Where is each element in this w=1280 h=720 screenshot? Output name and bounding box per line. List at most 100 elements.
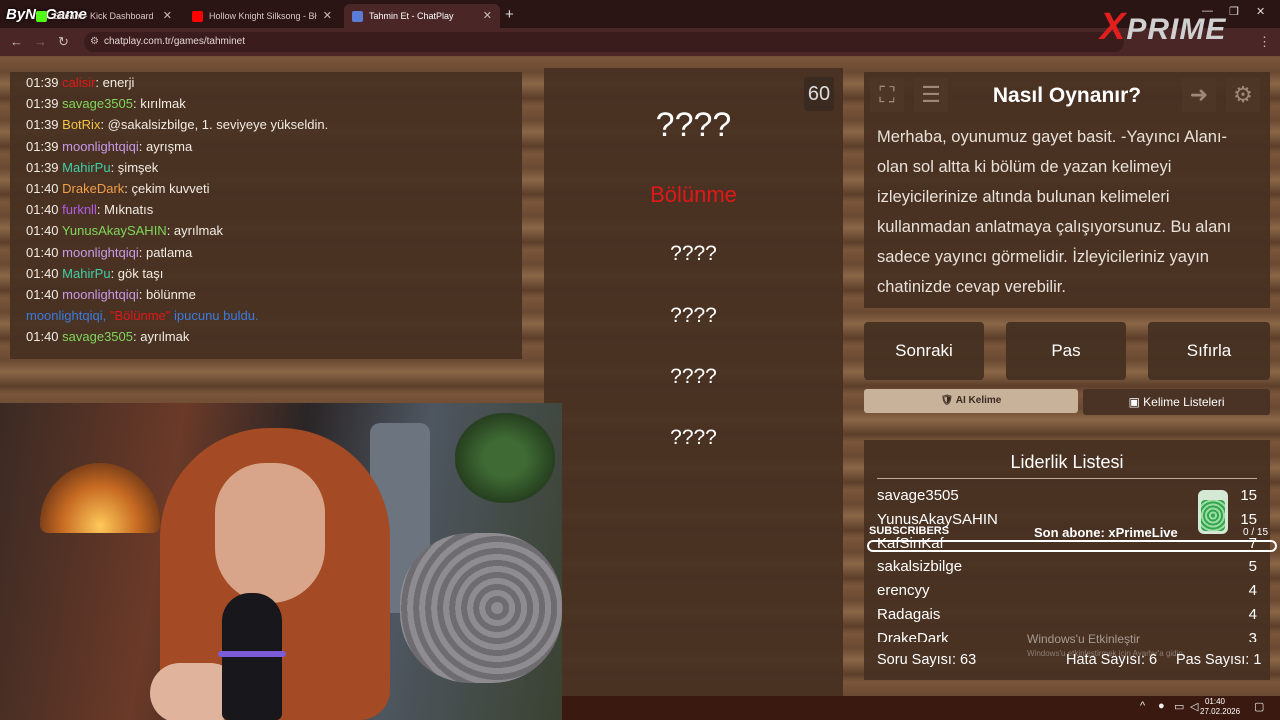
plant-image <box>455 413 555 503</box>
divider <box>877 478 1257 479</box>
chat-time: 01:40 <box>26 286 63 302</box>
chat-text: : patlama <box>138 244 193 260</box>
leaderboard-row: erencyy 4 <box>877 582 1257 599</box>
maximize-icon[interactable]: ❐ <box>1229 5 1239 18</box>
chat-username: moonlightqiqi <box>62 286 139 302</box>
chat-text: : enerji <box>95 75 135 90</box>
tab-kick-dashboard[interactable]: Stream - Kick Dashboard ✕ <box>28 4 180 28</box>
last-subscriber: Son abone: xPrimeLive <box>1034 525 1178 540</box>
chat-username: YunusAkaySAHIN <box>61 223 167 239</box>
chat-username: calisir <box>62 75 96 90</box>
kick-icon <box>36 10 47 22</box>
tab-chatplay[interactable]: Tahmin Et - ChatPlay ✕ <box>344 4 500 28</box>
target-word: ???? <box>655 106 732 144</box>
back-icon[interactable]: ← <box>10 34 23 49</box>
settings-gear-icon[interactable]: ⚙ <box>1226 78 1260 112</box>
chat-username: BotRix <box>62 117 101 133</box>
chat-username: savage3505 <box>62 329 133 345</box>
tab-label: Stream - Kick Dashboard <box>53 11 154 21</box>
chat-message: 01:40 DrakeDark: çekim kuvveti <box>26 178 522 199</box>
chat-time: 01:40 <box>26 202 63 218</box>
close-icon[interactable]: ✕ <box>483 9 492 22</box>
leaderboard-title: Liderlik Listesi <box>1010 452 1124 472</box>
chat-time: 01:39 <box>26 117 63 133</box>
volume-icon[interactable]: ◁ <box>1190 700 1198 713</box>
chat-message: 01:39 BotRix: @sakalsizbilge, 1. seviyey… <box>26 114 522 135</box>
site-info-icon[interactable]: ⚙ <box>90 32 99 52</box>
chat-time: 01:39 <box>26 159 63 175</box>
url-text: chatplay.com.tr/games/tahminet <box>104 36 245 47</box>
lamp-image <box>40 463 160 533</box>
close-window-icon[interactable]: ✕ <box>1256 5 1265 18</box>
chat-time: 01:40 <box>26 329 63 345</box>
chat-username: furknll <box>62 202 97 218</box>
chat-message: 01:40 furknll: Mıknatıs <box>26 199 522 220</box>
chat-message: 01:39 MahirPu: şimşek <box>26 157 522 178</box>
ai-word-button[interactable]: 🛡 AI Kelime <box>864 389 1078 413</box>
subscriber-jar-icon <box>1198 490 1228 534</box>
tab-youtube[interactable]: Hollow Knight Silksong - Bł ✕ <box>184 4 340 28</box>
chat-text: : gök taşı <box>110 265 164 281</box>
hidden-word: ???? <box>670 242 717 265</box>
chatplay-icon <box>352 10 363 22</box>
new-tab-icon[interactable]: + <box>505 6 514 23</box>
mic-icon[interactable]: ● <box>1158 700 1165 712</box>
xprime-logo: XPRIME <box>1100 6 1227 48</box>
url-field[interactable]: ⚙ chatplay.com.tr/games/tahminet <box>84 32 1124 52</box>
network-icon[interactable]: ▭ <box>1174 700 1184 713</box>
chat-text: : bölünme <box>138 286 196 302</box>
menu-icon[interactable]: ⋮ <box>1258 34 1271 50</box>
chat-system-message: moonlightqiqi, "Bölünme" ipucunu buldu. <box>26 308 259 324</box>
chat-text: : ayrılmak <box>166 223 224 239</box>
chat-time: 01:40 <box>26 180 63 196</box>
chat-username: DrakeDark <box>62 180 125 196</box>
chat-message: 01:39 moonlightqiqi: ayrışma <box>26 136 522 157</box>
leaderboard-row: sakalsizbilge 5 <box>877 558 1257 575</box>
chat-username: moonlightqiqi <box>62 244 139 260</box>
hidden-word: ???? <box>670 426 717 449</box>
windows-activation-subtitle: Windows'u etkinleştirmek için Ayarlar'a … <box>1027 649 1186 658</box>
chat-lines: 01:39 calisir: enerji 01:39 savage3505: k… <box>26 72 522 347</box>
chat-username: MahirPu <box>62 265 111 281</box>
close-icon[interactable]: ✕ <box>163 9 172 22</box>
chat-text: : şimşek <box>110 159 159 175</box>
tab-label: Hollow Knight Silksong - Bł <box>209 11 317 21</box>
browser-tab-bar: ByNoGame Stream - Kick Dashboard ✕ Hollo… <box>0 0 1280 28</box>
taskbar-clock[interactable]: 01:40 27.02.2026 <box>1200 697 1240 717</box>
close-icon[interactable]: ✕ <box>323 9 332 22</box>
chat-time: 01:39 <box>26 75 63 90</box>
chat-message: 01:40 moonlightqiqi: patlama <box>26 242 522 263</box>
microphone-light <box>218 651 286 657</box>
chat-message: 01:40 MahirPu: gök taşı <box>26 263 522 284</box>
reset-button[interactable]: Sıfırla <box>1148 322 1270 380</box>
subscribers-label: SUBSCRIBERS <box>869 525 950 537</box>
address-bar-row: ← → ↻ ⚙ chatplay.com.tr/games/tahminet ⋮ <box>0 28 1280 56</box>
pass-button[interactable]: Pas <box>1006 322 1126 380</box>
chat-text: : ayrılmak <box>133 329 190 345</box>
word-panel: ???? Bölünme ???? ???? ???? ???? <box>544 68 843 696</box>
next-button[interactable]: Sonraki <box>864 322 984 380</box>
chat-time: 01:40 <box>26 265 63 281</box>
revealed-word: Bölünme <box>650 182 737 207</box>
notification-icon[interactable]: ▢ <box>1254 700 1264 713</box>
chat-message: 01:40 savage3505: ayrılmak <box>26 326 522 347</box>
chevron-up-icon[interactable]: ^ <box>1140 700 1145 712</box>
chat-text: : ayrışma <box>138 138 193 154</box>
hidden-word: ???? <box>670 304 717 327</box>
chat-text: : kırılmak <box>133 96 186 112</box>
chat-username: MahirPu <box>62 159 111 175</box>
word-lists-button[interactable]: ▣ Kelime Listeleri <box>1083 389 1270 415</box>
youtube-icon <box>192 10 203 22</box>
reload-icon[interactable]: ↻ <box>58 34 69 50</box>
chat-time: 01:40 <box>26 223 62 239</box>
forward-icon[interactable]: → <box>34 34 47 49</box>
chat-username: savage3505 <box>62 96 133 112</box>
windows-taskbar: ^ ● ▭ ◁ ▢ <box>562 696 1280 720</box>
subscriber-count: 0 / 15 <box>1243 527 1269 538</box>
hidden-word: ???? <box>670 365 717 388</box>
exit-icon[interactable]: ➜ <box>1182 78 1216 112</box>
blanket-image <box>400 533 562 683</box>
chat-text: : @sakalsizbilge, 1. seviyeye yükseldin. <box>100 117 329 133</box>
tab-label: Tahmin Et - ChatPlay <box>369 11 454 21</box>
chat-text: : çekim kuvveti <box>124 180 210 196</box>
